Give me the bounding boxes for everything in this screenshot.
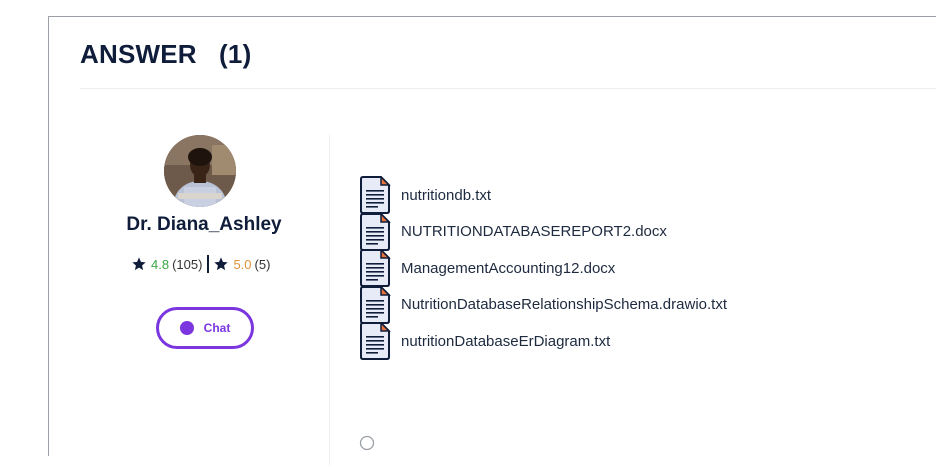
title-divider xyxy=(80,88,936,89)
attachment-item[interactable]: nutritionDatabaseErDiagram.txt xyxy=(359,322,727,361)
chat-dot-icon xyxy=(179,321,194,335)
column-divider xyxy=(329,135,330,465)
attachment-item[interactable]: ManagementAccounting12.docx xyxy=(359,249,727,288)
rating-secondary: 5.0 xyxy=(233,256,252,272)
document-icon xyxy=(360,285,391,324)
attachment-name[interactable]: NUTRITIONDATABASEREPORT2.docx xyxy=(401,223,667,240)
rating-primary: 4.8 xyxy=(151,256,170,272)
attachment-item[interactable]: nutritiondb.txt xyxy=(359,176,727,215)
chat-button[interactable]: Chat xyxy=(156,307,254,349)
star-icon xyxy=(214,257,229,271)
document-icon xyxy=(360,322,391,361)
expert-ratings: 4.8 (105) 5.0 (5) xyxy=(131,253,270,275)
chat-button-label: Chat xyxy=(203,321,231,335)
document-icon xyxy=(360,249,391,288)
rating-separator xyxy=(207,255,210,273)
reviews-secondary: (5) xyxy=(254,256,271,272)
answer-count: (1) xyxy=(219,39,252,69)
info-icon[interactable] xyxy=(359,435,375,451)
document-icon xyxy=(360,176,391,215)
attachment-list: nutritiondb.txt NUTRITIONDATABASEREPORT2… xyxy=(359,176,727,361)
expert-name[interactable]: Dr. Diana_Ashley xyxy=(49,214,359,236)
answer-heading: ANSWER xyxy=(80,39,197,69)
star-icon xyxy=(132,257,146,271)
avatar-image xyxy=(164,135,236,207)
attachment-name[interactable]: nutritiondb.txt xyxy=(401,187,491,204)
attachment-name[interactable]: NutritionDatabaseRelationshipSchema.draw… xyxy=(401,296,727,313)
document-icon xyxy=(360,212,391,251)
reviews-primary: (105) xyxy=(172,256,203,272)
answer-card: ANSWER (1) Dr. Diana_Ashley 4.8 (105) 5.… xyxy=(48,16,936,465)
answer-title: ANSWER (1) xyxy=(80,39,251,70)
attachment-name[interactable]: ManagementAccounting12.docx xyxy=(401,260,615,277)
attachment-item[interactable]: NutritionDatabaseRelationshipSchema.draw… xyxy=(359,285,727,324)
attachment-item[interactable]: NUTRITIONDATABASEREPORT2.docx xyxy=(359,212,727,251)
avatar[interactable] xyxy=(164,135,236,207)
attachment-name[interactable]: nutritionDatabaseErDiagram.txt xyxy=(401,333,610,350)
